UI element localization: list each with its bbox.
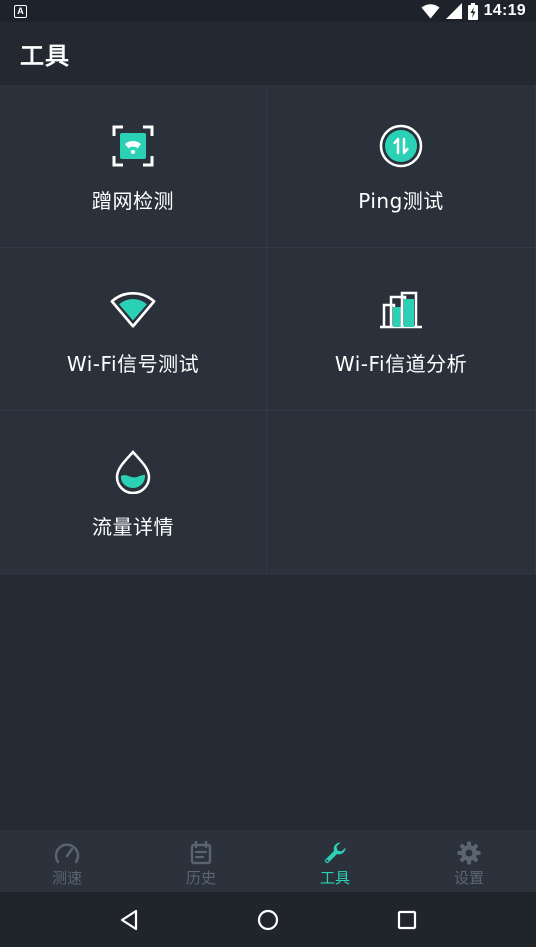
- tool-label: Wi-Fi信号测试: [66, 352, 200, 376]
- nav-item-speed-test[interactable]: 测速: [0, 830, 134, 892]
- back-triangle-icon: [121, 909, 138, 930]
- status-bar: A 14:19: [0, 0, 536, 22]
- tool-label: 蹭网检测: [92, 189, 174, 213]
- gear-icon: [456, 840, 482, 866]
- system-nav-bar: [0, 892, 536, 947]
- status-left: A: [14, 4, 27, 18]
- app-bar: 工具: [0, 22, 536, 85]
- bottom-nav: 测速 历史 工具 设置: [0, 830, 536, 892]
- calendar-icon: [188, 840, 214, 866]
- back-button[interactable]: [109, 900, 149, 940]
- status-time: 14:19: [483, 2, 526, 19]
- data-drop-icon: [110, 449, 156, 495]
- nav-item-history[interactable]: 历史: [134, 830, 268, 892]
- recents-square-icon: [397, 910, 416, 929]
- speedometer-icon: [54, 840, 80, 866]
- nav-item-settings[interactable]: 设置: [402, 830, 536, 892]
- tool-tile-data-usage[interactable]: 流量详情: [0, 411, 267, 574]
- nav-label: 历史: [185, 869, 216, 887]
- ping-arrows-icon: [378, 123, 424, 169]
- nav-item-tools[interactable]: 工具: [268, 830, 402, 892]
- tool-label: Wi-Fi信道分析: [334, 352, 468, 376]
- screen: A 14:19 工具 蹭网检测 Ping测试 Wi-Fi信号测试 Wi-Fi信道…: [0, 0, 536, 947]
- tool-label: Ping测试: [358, 189, 444, 213]
- status-right: 14:19: [421, 2, 526, 20]
- channel-bars-icon: [378, 286, 424, 332]
- tool-tile-wifi-channel[interactable]: Wi-Fi信道分析: [267, 248, 536, 411]
- nav-label: 设置: [453, 869, 484, 887]
- wifi-status-icon: [421, 4, 440, 19]
- cell-signal-icon: [445, 3, 462, 19]
- empty-tile: [267, 411, 536, 574]
- notification-a-icon: A: [14, 4, 27, 18]
- recents-button[interactable]: [387, 900, 427, 940]
- home-button[interactable]: [248, 900, 288, 940]
- home-circle-icon: [257, 909, 279, 930]
- nav-label: 测速: [51, 869, 82, 887]
- nav-label: 工具: [319, 869, 350, 887]
- tool-tile-wifi-signal[interactable]: Wi-Fi信号测试: [0, 248, 267, 411]
- wrench-icon: [322, 840, 348, 866]
- tools-grid: 蹭网检测 Ping测试 Wi-Fi信号测试 Wi-Fi信道分析 流量详情: [0, 85, 536, 574]
- tool-tile-wifi-intruder[interactable]: 蹭网检测: [0, 85, 267, 248]
- tool-label: 流量详情: [92, 515, 174, 539]
- scan-wifi-icon: [110, 123, 156, 169]
- battery-charging-icon: [467, 2, 478, 20]
- tool-tile-ping-test[interactable]: Ping测试: [267, 85, 536, 248]
- page-title: 工具: [20, 42, 70, 70]
- wifi-signal-icon: [110, 286, 156, 332]
